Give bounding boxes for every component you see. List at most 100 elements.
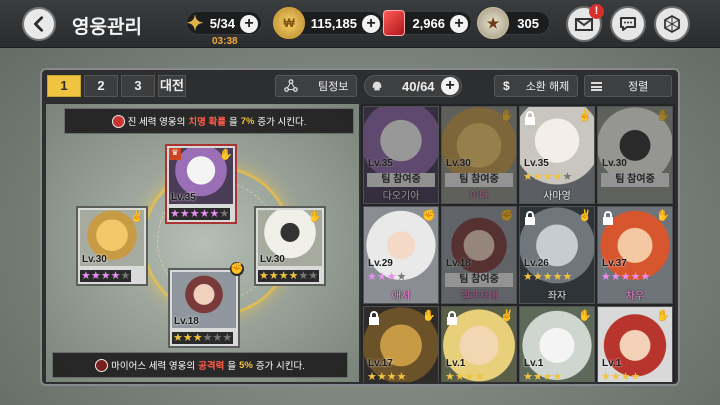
hero-card[interactable]: ✋ Lv.1 ★ ★ ★ ★ xyxy=(519,306,595,382)
lock-icon[interactable] xyxy=(368,311,380,325)
hero-stars: ★ ★ ★ ★ ★ xyxy=(601,271,651,283)
formation-slot-bottom[interactable]: ✊ Lv.18 ★ ★ ★ ★ ★ ★ xyxy=(168,262,244,348)
dismiss-label: 소환 해제 xyxy=(525,81,570,93)
hero-level: Lv.35 xyxy=(524,158,549,169)
lock-icon[interactable] xyxy=(602,211,614,225)
hero-card[interactable]: ✌ Lv.1 ★ ★ ★ ★ xyxy=(441,306,517,382)
hero-card[interactable]: Lv.35 팀 참여중 다오기아 xyxy=(363,106,439,204)
dollar-icon: $ xyxy=(503,79,510,93)
ruby-resource: 2,966 + xyxy=(383,10,472,36)
add-key-button[interactable]: + xyxy=(240,15,258,33)
mail-button[interactable]: ! xyxy=(566,4,604,42)
element-fire-icon: ✋ xyxy=(219,149,233,161)
team-joined-label: 팀 참여중 xyxy=(445,173,513,187)
hero-card[interactable]: ✊ Lv.18 팀 참여중 델라자뻬 xyxy=(441,206,517,304)
back-arrow-icon xyxy=(34,16,44,32)
element-water-icon: ✋ xyxy=(422,310,436,322)
lock-icon[interactable] xyxy=(524,111,536,125)
hero-level: Lv.17 xyxy=(368,358,393,369)
ruby-value: 2,966 xyxy=(412,16,445,31)
tab-formation-2[interactable]: 2 xyxy=(84,75,118,97)
sort-label: 정렬 xyxy=(628,81,649,93)
formation-tabs: 1 2 3 대전 xyxy=(47,75,186,97)
element-water-icon: ✋ xyxy=(308,211,322,223)
key-icon: ✦ xyxy=(186,12,204,35)
element-fire-icon: ✊ xyxy=(422,210,436,222)
faction-buff-top: 진 세력 영웅의 치명 확률 을 7% 증가 시킨다. xyxy=(64,108,354,134)
element-fire-icon: ✊ xyxy=(230,262,244,276)
lock-icon[interactable] xyxy=(524,211,536,225)
back-button[interactable] xyxy=(22,7,56,41)
element-hand-icon: ✌ xyxy=(578,210,592,222)
tab-formation-3[interactable]: 3 xyxy=(121,75,155,97)
formation-slot-right[interactable]: ✋ Lv.30 ★ ★ ★ ★ ★ ★ xyxy=(254,206,326,286)
tab-formation-1[interactable]: 1 xyxy=(47,75,81,97)
sort-button[interactable]: 정렬 xyxy=(584,75,672,97)
hero-level: Lv.30 xyxy=(260,254,285,265)
hero-card[interactable]: ✋ Lv.30 팀 참여중 이다 xyxy=(441,106,517,204)
buff-value: 7% xyxy=(240,115,255,127)
myers-faction-icon xyxy=(95,358,109,372)
hero-card[interactable]: ✊ Lv.29 ★ ★ ★ ★ 애서 xyxy=(363,206,439,304)
dice-icon xyxy=(664,14,680,34)
gold-value: 115,185 xyxy=(310,16,357,31)
honor-value: 305 xyxy=(517,16,539,31)
menu-button[interactable] xyxy=(654,6,690,42)
hero-list-grid: Lv.35 팀 참여중 다오기아 ✋ Lv.30 팀 참여중 이다 ✌ Lv.3… xyxy=(361,104,675,382)
honor-medal-icon: ★ xyxy=(477,7,509,39)
hero-count: 40/64 xyxy=(402,78,435,94)
buff-text: 증가 시킨다. xyxy=(255,361,305,372)
hero-name: 이다 xyxy=(469,191,489,202)
hero-name: 좌자 xyxy=(547,291,567,302)
team-info-label: 팀정보 xyxy=(318,81,349,93)
expand-slots-button[interactable]: + xyxy=(441,77,459,95)
hero-level: Lv.26 xyxy=(524,258,549,269)
hero-name: 차우 xyxy=(625,291,645,302)
element-hand-icon: ✌ xyxy=(578,110,592,122)
hero-level: Lv.18 xyxy=(446,258,471,269)
key-resource: ✦ 5/34 + xyxy=(186,11,262,35)
team-joined-label: 팀 참여중 xyxy=(367,173,435,187)
team-joined-label: 팀 참여중 xyxy=(445,273,513,287)
hero-level: Lv.18 xyxy=(174,316,199,327)
hero-card[interactable]: ✋ Lv.1 ★ ★ ★ ★ xyxy=(597,306,673,382)
hero-helmet-icon xyxy=(372,81,382,91)
gold-coin-icon: ₩ xyxy=(273,7,305,39)
formation-slot-left[interactable]: ✌ Lv.30 ★ ★ ★ ★ ★ xyxy=(76,206,148,286)
hero-stars: ★ ★ ★ ★ xyxy=(523,371,563,382)
hero-card[interactable]: ✌ Lv.35 ★ ★ ★ ★ ★ 사마영 xyxy=(519,106,595,204)
add-ruby-button[interactable]: + xyxy=(450,15,468,33)
hero-level: Lv.35 xyxy=(368,158,393,169)
hero-level: Lv.30 xyxy=(82,254,107,265)
element-fire-icon: ✋ xyxy=(578,310,592,322)
lock-icon[interactable] xyxy=(446,311,458,325)
chat-button[interactable] xyxy=(610,6,646,42)
gold-resource: ₩ 115,185 + xyxy=(273,7,384,39)
hero-card[interactable]: ✋ Lv.30 팀 참여중 xyxy=(597,106,673,204)
top-bar: 영웅관리 ✦ 5/34 + 03:38 ₩ 115,185 + 2,966 + … xyxy=(0,0,720,48)
buff-text: 마이어스 세력 영웅의 xyxy=(111,361,196,372)
hero-card[interactable]: ✋ Lv.17 ★ ★ ★ ★ xyxy=(363,306,439,382)
ruby-icon xyxy=(383,10,405,36)
sort-menu-icon xyxy=(591,81,602,91)
formation-slot-top[interactable]: ♛ ✋ Lv.35 ★ ★ ★ ★ ★ ★ xyxy=(165,144,237,224)
team-info-button[interactable]: 팀정보 xyxy=(275,75,357,97)
faction-buff-bottom: 마이어스 세력 영웅의 공격력 을 5% 증가 시킨다. xyxy=(52,352,348,378)
hero-name: 델라자뻬 xyxy=(460,291,498,302)
dismiss-button[interactable]: $ 소환 해제 xyxy=(494,75,578,97)
tab-battle[interactable]: 대전 xyxy=(158,75,186,97)
hero-level: Lv.1 xyxy=(524,358,544,369)
chat-bubble-icon xyxy=(620,17,636,31)
hero-card[interactable]: ✌ Lv.26 ★ ★ ★ ★ ★ 좌자 xyxy=(519,206,595,304)
hero-card[interactable]: ✋ Lv.37 ★ ★ ★ ★ ★ 차우 xyxy=(597,206,673,304)
buff-text: 을 xyxy=(227,361,237,372)
hero-stars: ★ ★ ★ ★ ★ xyxy=(523,271,573,283)
buff-stat: 치명 확률 xyxy=(188,117,226,128)
team-network-icon xyxy=(284,79,298,92)
hero-name: 애서 xyxy=(391,291,411,302)
add-gold-button[interactable]: + xyxy=(362,15,380,33)
hero-stars: ★ ★ ★ ★ ★ xyxy=(523,171,573,183)
hero-stars: ★ ★ ★ ★ ★ ★ xyxy=(169,208,231,220)
hero-stars: ★ ★ ★ ★ ★ ★ xyxy=(172,332,234,344)
element-water-icon: ✋ xyxy=(656,110,670,122)
